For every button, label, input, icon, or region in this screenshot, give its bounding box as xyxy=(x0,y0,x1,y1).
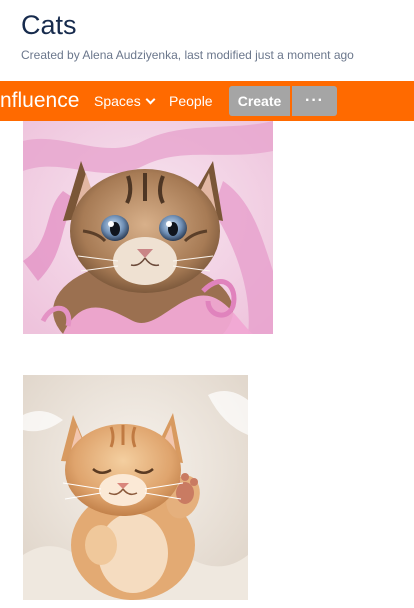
sleeping-kitten-illustration xyxy=(23,375,248,600)
chevron-down-icon xyxy=(145,94,156,105)
top-navigation-bar: nfluence Spaces People Create ··· xyxy=(0,81,414,121)
kitten-ribbon-image[interactable] xyxy=(23,121,273,334)
page: Cats Created by Alena Audziyenka, last m… xyxy=(0,0,414,608)
create-button[interactable]: Create xyxy=(229,86,290,116)
page-title: Cats xyxy=(21,10,77,40)
nav-people-link[interactable]: People xyxy=(169,81,213,121)
sleeping-kitten-image[interactable] xyxy=(23,375,248,600)
nav-spaces-menu[interactable]: Spaces xyxy=(94,81,156,121)
more-actions-button[interactable]: ··· xyxy=(292,86,337,116)
kitten-ribbon-illustration xyxy=(23,121,273,334)
page-byline: Created by Alena Audziyenka, last modifi… xyxy=(21,48,354,62)
nav-spaces-label: Spaces xyxy=(94,93,141,109)
confluence-logo[interactable]: nfluence xyxy=(0,81,79,121)
